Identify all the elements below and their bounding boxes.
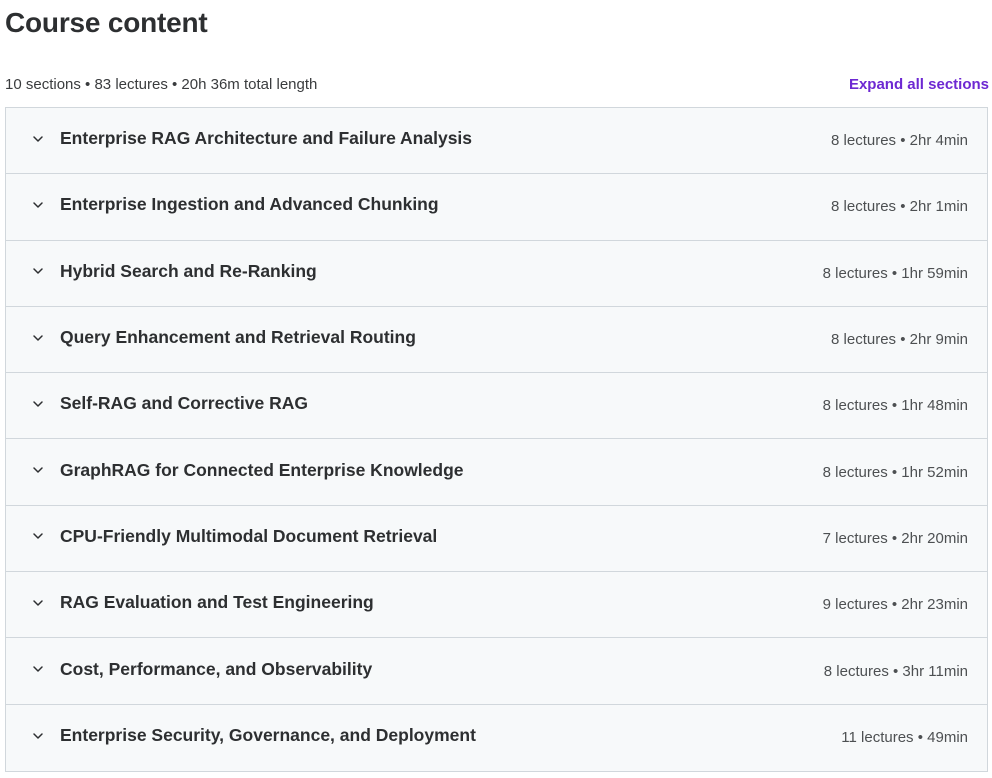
chevron-down-icon <box>30 263 46 279</box>
section-title: CPU-Friendly Multimodal Document Retriev… <box>60 525 438 546</box>
section-title: Hybrid Search and Re-Ranking <box>60 260 317 281</box>
section-meta: 8 lectures • 1hr 52min <box>822 463 968 481</box>
section-meta: 9 lectures • 2hr 23min <box>822 596 968 614</box>
chevron-down-icon <box>30 396 46 412</box>
section-meta: 8 lectures • 2hr 4min <box>831 132 968 150</box>
section-title: Query Enhancement and Retrieval Routing <box>60 327 416 348</box>
section-header-7[interactable]: CPU-Friendly Multimodal Document Retriev… <box>6 505 987 573</box>
section-header-2[interactable]: Enterprise Ingestion and Advanced Chunki… <box>6 174 987 241</box>
course-summary: 10 sections • 83 lectures • 20h 36m tota… <box>5 75 318 93</box>
section-title: Enterprise Ingestion and Advanced Chunki… <box>60 194 439 215</box>
section-header-4[interactable]: Query Enhancement and Retrieval Routing … <box>6 306 987 374</box>
chevron-down-icon <box>30 462 46 478</box>
section-meta: 11 lectures • 49min <box>841 729 968 747</box>
section-meta: 8 lectures • 2hr 9min <box>831 331 968 349</box>
section-meta: 7 lectures • 2hr 20min <box>822 529 968 547</box>
course-summary-row: 10 sections • 83 lectures • 20h 36m tota… <box>5 72 989 96</box>
section-meta: 8 lectures • 1hr 59min <box>822 264 968 282</box>
section-meta: 8 lectures • 2hr 1min <box>831 198 968 216</box>
section-title: GraphRAG for Connected Enterprise Knowle… <box>60 459 464 480</box>
section-header-5[interactable]: Self-RAG and Corrective RAG 8 lectures •… <box>6 373 987 440</box>
chevron-down-icon <box>30 661 46 677</box>
section-title: Cost, Performance, and Observability <box>60 658 373 679</box>
section-header-3[interactable]: Hybrid Search and Re-Ranking 8 lectures … <box>6 240 987 307</box>
section-list: Enterprise RAG Architecture and Failure … <box>5 107 988 772</box>
section-header-6[interactable]: GraphRAG for Connected Enterprise Knowle… <box>6 439 987 506</box>
expand-all-sections-button[interactable]: Expand all sections <box>849 76 989 93</box>
section-header-9[interactable]: Cost, Performance, and Observability 8 l… <box>6 638 987 705</box>
chevron-down-icon <box>30 728 46 744</box>
chevron-down-icon <box>30 330 46 346</box>
chevron-down-icon <box>30 528 46 544</box>
section-title: RAG Evaluation and Test Engineering <box>60 592 374 613</box>
chevron-down-icon <box>30 131 46 147</box>
section-title: Enterprise RAG Architecture and Failure … <box>60 128 473 149</box>
section-header-1[interactable]: Enterprise RAG Architecture and Failure … <box>6 108 987 175</box>
section-header-10[interactable]: Enterprise Security, Governance, and Dep… <box>6 704 987 771</box>
section-meta: 8 lectures • 1hr 48min <box>822 397 968 415</box>
section-title: Enterprise Security, Governance, and Dep… <box>60 725 476 746</box>
chevron-down-icon <box>30 595 46 611</box>
page-title: Course content <box>5 7 208 38</box>
chevron-down-icon <box>30 197 46 213</box>
section-title: Self-RAG and Corrective RAG <box>60 393 308 414</box>
section-header-8[interactable]: RAG Evaluation and Test Engineering 9 le… <box>6 572 987 639</box>
section-meta: 8 lectures • 3hr 11min <box>823 662 968 680</box>
